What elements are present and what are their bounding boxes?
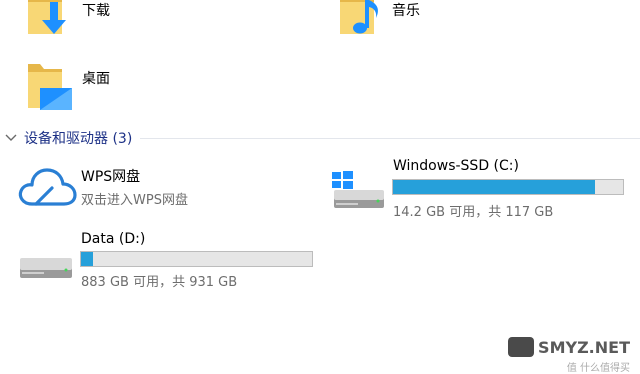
cloud-icon xyxy=(18,168,77,206)
section-divider xyxy=(140,138,640,139)
drive-wps-cloud[interactable]: WPS网盘 双击进入WPS网盘 xyxy=(14,160,314,214)
watermark-subtext: 值 什么值得买 xyxy=(566,363,630,374)
folder-label-desktop: 桌面 xyxy=(82,71,110,87)
drive-usage-bar xyxy=(80,251,313,267)
drive-d[interactable]: Data (D:) 883 GB 可用，共 931 GB xyxy=(14,228,314,292)
folder-downloads[interactable] xyxy=(22,0,76,40)
folder-desktop[interactable] xyxy=(22,60,76,112)
music-folder-icon xyxy=(340,0,378,34)
folder-label-music: 音乐 xyxy=(392,3,420,19)
devices-section-header[interactable]: 设备和驱动器 (3) xyxy=(4,128,132,148)
desktop-folder-icon xyxy=(28,64,72,110)
downloads-folder-icon xyxy=(28,0,66,34)
drive-usage-bar xyxy=(392,179,624,195)
chevron-down-icon xyxy=(5,134,17,141)
drive-name: WPS网盘 xyxy=(81,169,141,185)
drive-space-text: 883 GB 可用，共 931 GB xyxy=(81,275,238,290)
drive-space-text: 14.2 GB 可用，共 117 GB xyxy=(393,205,554,220)
watermark-text: SMYZ.NET xyxy=(538,337,630,357)
drive-name: Data (D:) xyxy=(81,231,146,247)
drive-subtitle: 双击进入WPS网盘 xyxy=(81,193,188,208)
drive-usage-fill xyxy=(393,180,596,194)
drive-name: Windows-SSD (C:) xyxy=(393,158,519,174)
drive-icon xyxy=(20,258,72,278)
watermark-logo-icon xyxy=(508,337,535,357)
section-title: 设备和驱动器 (3) xyxy=(24,131,133,147)
windows-drive-icon xyxy=(332,171,384,208)
folder-label-downloads: 下载 xyxy=(82,3,110,19)
folder-music[interactable] xyxy=(334,0,388,40)
drive-c[interactable]: Windows-SSD (C:) 14.2 GB 可用，共 117 GB xyxy=(326,152,636,222)
watermark: SMYZ.NET 值 什么值得买 xyxy=(508,337,630,374)
drive-usage-fill xyxy=(81,252,93,266)
